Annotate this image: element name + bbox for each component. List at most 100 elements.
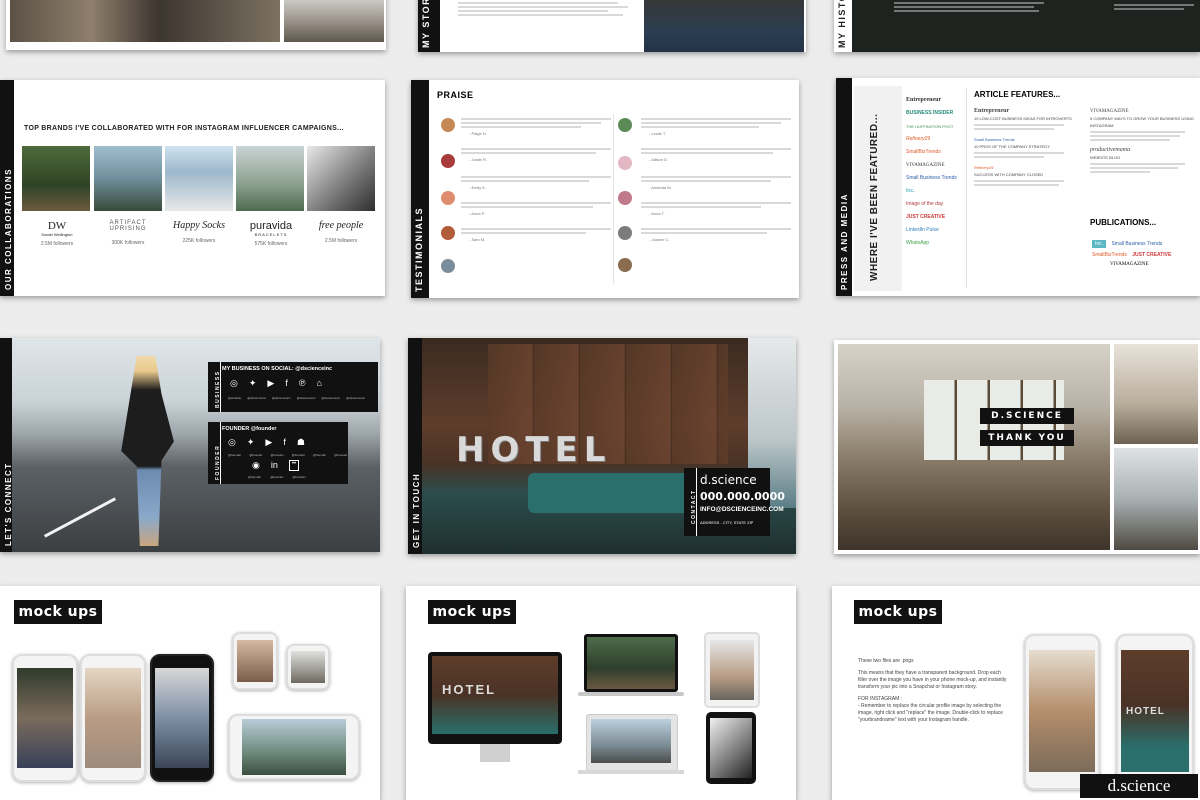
slide-mockups-devices[interactable]: mock ups — [0, 586, 380, 800]
author-name: - Paige H. — [469, 131, 487, 136]
avatar — [441, 226, 455, 240]
pub-sbt: Small Business Trends — [1111, 241, 1163, 247]
photo-woman-field — [236, 146, 304, 211]
slide-lets-connect[interactable]: LET'S CONNECT BUSINESS MY BUSINESS ON SO… — [0, 338, 380, 552]
facebook-icon[interactable]: f — [283, 437, 286, 448]
author-name: - Anna P. — [469, 211, 485, 216]
side-label: GET IN TOUCH — [412, 472, 421, 548]
avatar — [441, 118, 455, 132]
slide-press-media[interactable]: PRESS AND MEDIA WHERE I'VE BEEN FEATURED… — [836, 78, 1200, 296]
side-label: MY HISTORY — [837, 0, 847, 48]
instagram-icon[interactable]: ◎ — [228, 437, 236, 448]
press-logo-column: Entrepreneur BUSINESS INSIDER THE HUFFIN… — [906, 94, 966, 250]
logo-entrepreneur: Entrepreneur — [906, 97, 942, 103]
youtube-icon[interactable]: ▶ — [267, 378, 274, 389]
imac-stand — [480, 744, 510, 762]
watch-mockup-1 — [232, 632, 278, 690]
article-headline: 10 PROS OF THE COMPANY STRATEGY — [974, 144, 1050, 149]
photo-forest — [22, 146, 90, 211]
twitter-icon[interactable]: ✦ — [247, 437, 255, 448]
founder-icons-row2: ◉ in •• — [244, 460, 300, 471]
thanks-message: THANK YOU — [980, 430, 1074, 446]
founder-handles-row1: @founder @founder @founder @founder @fou… — [228, 453, 348, 457]
article-headline: WEBSITE BLOG — [1090, 155, 1121, 160]
phone-mockup-2 — [80, 654, 146, 782]
side-bar: LET'S CONNECT — [0, 338, 13, 552]
hotel-sign: HOTEL — [456, 430, 612, 470]
logo-inc: Inc. — [906, 188, 915, 194]
testimonial-text-left: - Paige H. - Justin R. - Emily K. - Anna… — [461, 116, 611, 242]
author-name: - Anna T. — [649, 211, 665, 216]
pub-smallbiztrends: SmallBizTrends — [1092, 252, 1127, 258]
praise-title: PRAISE — [437, 90, 474, 100]
avatar — [618, 226, 632, 240]
logo-business-insider: BUSINESS INSIDER — [906, 110, 954, 116]
periscope-icon[interactable]: ◉ — [252, 460, 260, 471]
slide-collaborations[interactable]: OUR COLLABORATIONS TOP BRANDS I'VE COLLA… — [0, 80, 385, 296]
article-features-title: ARTICLE FEATURES... — [974, 90, 1061, 99]
logo-refinery29: Refinery29 — [906, 136, 931, 142]
author-name: - Justin R. — [469, 157, 488, 162]
article-source: VIVAMAGAZINE — [1090, 109, 1129, 114]
business-handles: @website @dscienceinc @dscienceinc @dsci… — [228, 396, 365, 400]
instagram-icon[interactable]: ◎ — [230, 378, 238, 389]
business-icons: ◎ ✦ ▶ f ℗ ⌂ — [222, 378, 322, 389]
avatar — [441, 154, 455, 168]
brand-puravida: puravida BRACELETS 575K followers — [249, 220, 293, 247]
contact-email[interactable]: INFO@DSCIENCEINC.COM — [700, 506, 784, 513]
contact-address: ADDRESS - CITY, STATE ZIP — [700, 520, 754, 525]
slide-mockups-computers[interactable]: mock ups HOTEL — [406, 586, 796, 800]
parking-line — [43, 497, 117, 538]
logo-linkedin-pulse: LinkedIn Pulse — [906, 227, 939, 233]
brand-watermark: d.science — [1080, 774, 1198, 798]
article-headline: 5 COMPANY WAYS TO GROW YOUR BUSINESS USI… — [1090, 116, 1194, 128]
founder-heading: FOUNDER @founder — [222, 426, 277, 432]
photo-beach-top — [1114, 344, 1198, 444]
twitter-icon[interactable]: ✦ — [249, 378, 257, 389]
linkedin-icon[interactable]: in — [271, 460, 278, 471]
slide-my-story[interactable]: MY STORY — [418, 0, 806, 52]
side-bar: MY STORY — [418, 0, 440, 52]
contact-tab: CONTACT — [684, 468, 697, 536]
brand-dw: DW Daniel Wellington 2.5M followers — [40, 220, 74, 247]
testimonial-text-right: - Leslie T. - Allison D. - Amanda M. - A… — [641, 116, 791, 242]
watch-mockup-2 — [286, 644, 330, 690]
photo-jeans — [644, 0, 804, 52]
slide-thank-you[interactable]: D.SCIENCE THANK YOU — [834, 340, 1200, 554]
side-label: TESTIMONIALS — [414, 207, 424, 292]
author-name: - Allison D. — [649, 157, 669, 162]
business-tab-label: BUSINESS — [215, 370, 221, 408]
pub-inc: Inc. — [1092, 240, 1107, 248]
contact-tab-label: CONTACT — [691, 489, 697, 524]
photo-beach-bottom — [1114, 448, 1198, 550]
pub-vivamagazine: VIVAMAGAZINE — [1110, 262, 1149, 267]
contact-phone[interactable]: 000.000.0000 — [700, 490, 785, 503]
slide-my-history[interactable]: MY HISTORY — [834, 0, 1200, 52]
website-icon[interactable]: ⌂ — [316, 378, 321, 389]
facebook-icon[interactable]: f — [285, 378, 288, 389]
article-list-1: Entrepreneur 10 LOW-COST BUSINESS IDEAS … — [974, 108, 1084, 188]
logo-huffington: THE HUFFINGTON POST — [906, 124, 954, 129]
slide-mockups-stories[interactable]: mock ups These two files are .pngs This … — [832, 586, 1200, 800]
logo-image-of-the-day: Image of the day — [906, 201, 944, 207]
flickr-icon[interactable]: •• — [288, 460, 300, 471]
author-name: - Emily K. — [469, 185, 487, 190]
pinterest-icon[interactable]: ℗ — [299, 378, 306, 389]
author-name: - Leslie T. — [649, 131, 667, 136]
youtube-icon[interactable]: ▶ — [265, 437, 272, 448]
slide-get-in-touch[interactable]: GET IN TOUCH HOTEL CONTACT d.science 000… — [408, 338, 796, 554]
slide-gallery-top-left[interactable] — [6, 0, 386, 50]
contact-company: d.science — [700, 473, 757, 487]
brand-free-people: free people 2.5M followers — [318, 220, 364, 244]
mockups-label: mock ups — [428, 600, 516, 624]
slide-testimonials[interactable]: TESTIMONIALS PRAISE - Paige H. - Justin … — [411, 80, 799, 298]
side-bar: PRESS AND MEDIA — [836, 78, 852, 296]
tablet-mockup-black — [706, 712, 756, 784]
article-source: productivemama — [1090, 147, 1131, 153]
collab-title: TOP BRANDS I'VE COLLABORATED WITH FOR IN… — [24, 125, 344, 132]
photo-socks — [165, 146, 233, 211]
story-phone-2: HOTEL — [1116, 634, 1194, 790]
publications-title: PUBLICATIONS... — [1090, 218, 1157, 227]
snapchat-icon[interactable]: ☗ — [297, 437, 305, 448]
founder-handles-row2: @founder @founder @founder — [248, 475, 306, 479]
